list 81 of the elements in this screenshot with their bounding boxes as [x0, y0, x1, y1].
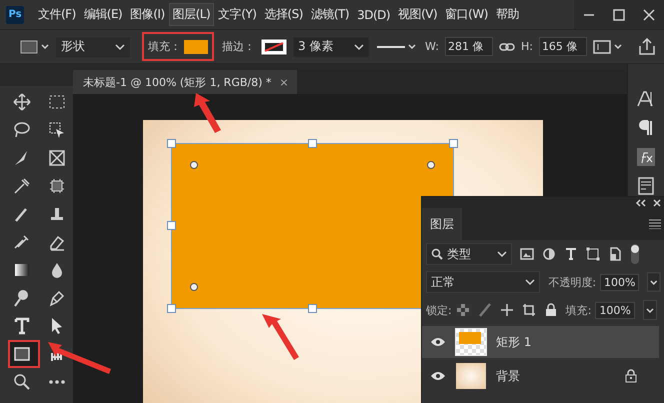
close-icon[interactable]	[653, 198, 661, 206]
mode-value: 形状	[61, 38, 85, 55]
image-filter-icon[interactable]	[520, 247, 534, 261]
type-filter-icon[interactable]	[564, 247, 578, 261]
menu-item[interactable]: 图像(I)	[126, 3, 169, 26]
transform-handle[interactable]	[308, 139, 317, 148]
stroke-width-dropdown[interactable]: 3 像素	[293, 36, 369, 56]
layer-name: 背景	[496, 368, 520, 384]
fill-label: 填充：	[148, 39, 181, 54]
lock-icon[interactable]	[544, 303, 558, 317]
filter-dropdown[interactable]: 类型	[426, 243, 512, 265]
annotation-arrow	[48, 342, 111, 374]
caret-icon	[497, 250, 507, 258]
fill-field[interactable]: 100%	[595, 302, 635, 318]
blend-mode-value: 正常	[431, 274, 456, 290]
menu-item[interactable]: 帮助	[492, 3, 523, 26]
opacity-field[interactable]: 100%	[600, 274, 640, 290]
height-field[interactable]: 165 像	[538, 37, 587, 56]
crop-icon[interactable]	[522, 303, 536, 317]
filter-toggle-icon[interactable]	[630, 243, 640, 265]
stroke-width-value: 3 像素	[298, 38, 334, 55]
shape-filter-icon[interactable]	[586, 247, 600, 261]
close-icon[interactable]	[642, 8, 656, 22]
fill-label: 填充:	[566, 302, 592, 318]
eye-icon[interactable]	[430, 337, 446, 347]
link-icon[interactable]	[498, 40, 515, 52]
menu-item[interactable]: 3D(D)	[353, 4, 394, 24]
transform-handle[interactable]	[167, 139, 176, 148]
caret-icon	[115, 42, 125, 50]
layer-name: 矩形 1	[496, 334, 532, 350]
document-tab-title: 未标题-1 @ 100% (矩形 1, RGB/8) *	[83, 74, 272, 90]
width-label: W:	[425, 40, 439, 53]
share-icon[interactable]	[638, 38, 656, 56]
menu-item[interactable]: 编辑(E)	[80, 3, 126, 26]
transform-handle[interactable]	[449, 139, 458, 148]
rectangle-tool-icon[interactable]	[20, 38, 50, 54]
menu-item[interactable]: 视图(V)	[394, 3, 442, 26]
shape-layer-thumbnail	[456, 329, 486, 355]
collapse-icon[interactable]	[635, 198, 647, 206]
height-label: H:	[520, 40, 533, 53]
lock-label: 锁定:	[426, 302, 452, 318]
move-icon[interactable]	[500, 303, 514, 317]
stroke-none-swatch[interactable]	[261, 38, 287, 54]
caret-button[interactable]	[642, 300, 657, 320]
smart-object-filter-icon[interactable]	[608, 247, 622, 261]
caret-icon	[525, 278, 536, 286]
menu-item[interactable]: 图层(L)	[168, 3, 214, 26]
properties-icon[interactable]	[636, 176, 656, 196]
menu-item[interactable]: 文件(F)	[34, 3, 80, 26]
fill-color-swatch[interactable]	[184, 40, 208, 54]
layers-tab[interactable]: 图层	[422, 208, 462, 240]
background-thumbnail	[456, 363, 486, 389]
path-operations-icon[interactable]	[592, 38, 623, 54]
menu-item[interactable]: 文字(Y)	[214, 3, 260, 26]
document-tab[interactable]: 未标题-1 @ 100% (矩形 1, RGB/8) * ×	[73, 70, 297, 94]
transform-handle[interactable]	[167, 304, 176, 313]
search-icon	[431, 248, 443, 260]
adjustment-filter-icon[interactable]	[542, 247, 556, 261]
app-logo: Ps	[6, 6, 24, 24]
mode-dropdown[interactable]: 形状	[56, 36, 130, 56]
eye-icon[interactable]	[430, 371, 446, 381]
layer-row[interactable]: 矩形 1	[422, 326, 659, 358]
caret-icon	[354, 42, 364, 50]
menu-icon[interactable]	[649, 219, 661, 229]
stroke-label: 描边：	[222, 39, 255, 54]
transform-handle[interactable]	[308, 304, 317, 313]
annotation-arrow	[194, 93, 221, 133]
maximize-icon[interactable]	[612, 8, 626, 22]
rectangle-icon[interactable]	[10, 342, 38, 366]
tab-close-button[interactable]: ×	[279, 76, 289, 88]
menu-item[interactable]: 滤镜(T)	[306, 3, 354, 26]
width-field[interactable]: 281 像	[444, 37, 493, 56]
menu-item[interactable]: 窗口(W)	[441, 3, 492, 26]
blend-mode-dropdown[interactable]: 正常	[426, 271, 540, 293]
annotation-arrow	[262, 314, 299, 360]
filter-value: 类型	[447, 246, 472, 262]
caret-button[interactable]	[647, 272, 661, 292]
transform-handle[interactable]	[167, 221, 176, 230]
styles-icon[interactable]	[636, 147, 656, 167]
opacity-label: 不透明度:	[548, 274, 596, 290]
menu-item[interactable]: 选择(S)	[260, 3, 307, 26]
